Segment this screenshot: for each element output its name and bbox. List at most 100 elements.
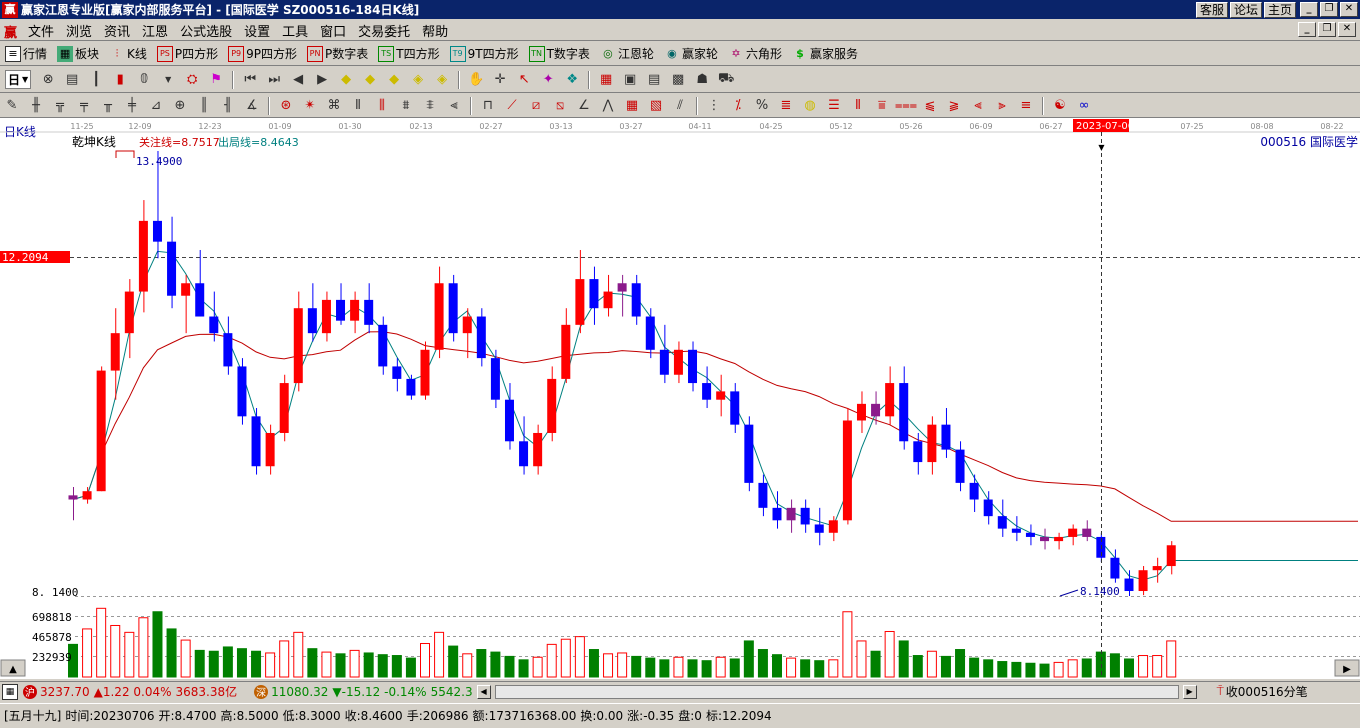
hand-icon[interactable]: ✋ <box>466 70 486 90</box>
yin-yang-icon[interactable]: ☯ <box>1050 96 1070 116</box>
line-3-icon[interactable]: ⧄ <box>526 96 546 116</box>
indicator-icon[interactable]: 𝟘 <box>134 70 154 90</box>
menu-browse[interactable]: 浏览 <box>60 21 98 40</box>
grid-lines-icon[interactable]: ╫ <box>26 96 46 116</box>
truck-icon[interactable]: ⛟ <box>716 70 736 90</box>
diamond-2-icon[interactable]: ◆ <box>360 70 380 90</box>
scroll-right-icon[interactable]: ▶ <box>1182 684 1197 699</box>
line-6-icon[interactable]: ⋀ <box>598 96 618 116</box>
kline-button[interactable]: ⫶ K线 <box>109 45 147 62</box>
grid-1-icon[interactable]: ▦ <box>622 96 642 116</box>
diamond-3-icon[interactable]: ◆ <box>384 70 404 90</box>
fork-4-icon[interactable]: ╪ <box>122 96 142 116</box>
scroll-left-icon[interactable]: ◀ <box>476 684 491 699</box>
fork-3-icon[interactable]: ╥ <box>98 96 118 116</box>
blocks-button[interactable]: ▦ 板块 <box>57 45 99 62</box>
magic-icon[interactable]: ✦ <box>538 70 558 90</box>
grid-2-icon[interactable]: ▧ <box>646 96 666 116</box>
restore-icon[interactable]: ❐ <box>1320 2 1338 17</box>
bars-3-icon[interactable]: ╢ <box>218 96 238 116</box>
line-4-icon[interactable]: ⧅ <box>550 96 570 116</box>
ruler-icon[interactable]: ⋮ <box>704 96 724 116</box>
9p-square-button[interactable]: P9 9P四方形 <box>228 45 297 62</box>
minimize-icon[interactable]: _ <box>1300 2 1318 17</box>
close-icon[interactable]: ✕ <box>1340 2 1358 17</box>
flag-icon[interactable]: ⚑ <box>206 70 226 90</box>
chevron-down-icon[interactable]: ▼ <box>158 70 178 90</box>
levels-9-icon[interactable]: ⫸ <box>992 96 1012 116</box>
people-icon[interactable]: ☗ <box>692 70 712 90</box>
coin-icon[interactable]: ◍ <box>800 96 820 116</box>
levels-4-icon[interactable]: ⩸ <box>872 96 892 116</box>
line-1-icon[interactable]: ⊓ <box>478 96 498 116</box>
menu-window[interactable]: 窗口 <box>314 21 352 40</box>
save-icon[interactable]: ▩ <box>668 70 688 90</box>
9t-square-button[interactable]: T9 9T四方形 <box>449 45 519 62</box>
tick-detail-label[interactable]: 收000516分笔 <box>1226 683 1308 700</box>
diamond-5-icon[interactable]: ◈ <box>432 70 452 90</box>
cycle-3-icon[interactable]: ⩩ <box>396 96 416 116</box>
candles-icon[interactable]: ▮ <box>110 70 130 90</box>
infinity-icon[interactable]: ∞ <box>1074 96 1094 116</box>
menu-help[interactable]: 帮助 <box>416 21 454 40</box>
calendar-icon[interactable]: ▦ <box>596 70 616 90</box>
kline-chart[interactable]: 11-25 12-09 12-23 01-09 01-30 02-13 02-27 03-13… <box>0 118 1360 679</box>
homepage-link[interactable]: 主页 <box>1263 1 1296 18</box>
menu-trade[interactable]: 交易委托 <box>352 21 416 40</box>
menu-file[interactable]: 文件 <box>22 21 60 40</box>
mdi-close-icon[interactable]: ✕ <box>1338 22 1356 37</box>
menu-gann[interactable]: 江恩 <box>136 21 174 40</box>
mdi-minimize-icon[interactable]: _ <box>1298 22 1316 37</box>
levels-5-icon[interactable]: ⩶ <box>895 96 917 116</box>
tools-icon[interactable]: ⛭ <box>182 70 202 90</box>
p-square-button[interactable]: PS P四方形 <box>156 45 218 62</box>
levels-1-icon[interactable]: ≣ <box>776 96 796 116</box>
next-icon[interactable]: ▶ <box>312 70 332 90</box>
winner-service-button[interactable]: $ 赢家服务 <box>792 45 858 62</box>
menu-news[interactable]: 资讯 <box>98 21 136 40</box>
fan-icon[interactable]: ⊿ <box>146 96 166 116</box>
bars-icon[interactable]: ┃ <box>86 70 106 90</box>
star-target-icon[interactable]: ✴ <box>300 96 320 116</box>
overlay-icon[interactable]: ⊗ <box>38 70 58 90</box>
levels-7-icon[interactable]: ⫺ <box>944 96 964 116</box>
hexagon-button[interactable]: ✡ 六角形 <box>728 45 782 62</box>
cycle-2-icon[interactable]: ⫼ <box>372 96 392 116</box>
percent-slash-icon[interactable]: ⁒ <box>728 96 748 116</box>
levels-8-icon[interactable]: ⫷ <box>968 96 988 116</box>
spiral-icon[interactable]: ⌘ <box>324 96 344 116</box>
grid-icon[interactable]: ▦ <box>2 683 18 700</box>
crosshair-icon[interactable]: ✛ <box>490 70 510 90</box>
cycle-4-icon[interactable]: ⩨ <box>420 96 440 116</box>
levels-6-icon[interactable]: ⫹ <box>920 96 940 116</box>
forum-link[interactable]: 论坛 <box>1229 1 1262 18</box>
grid-3-icon[interactable]: ⫽ <box>670 96 690 116</box>
levels-3-icon[interactable]: ⫴ <box>848 96 868 116</box>
cube-icon[interactable]: ❖ <box>562 70 582 90</box>
status-scrollbar[interactable]: ◀ ▶ <box>476 684 1197 699</box>
cycle-5-icon[interactable]: ⫷ <box>444 96 464 116</box>
last-icon[interactable]: ⏭ <box>264 70 284 90</box>
angle-icon[interactable]: ∡ <box>242 96 262 116</box>
percent-icon[interactable]: % <box>752 96 772 116</box>
line-5-icon[interactable]: ∠ <box>574 96 594 116</box>
winner-wheel-button[interactable]: ◉ 赢家轮 <box>664 45 718 62</box>
menu-formula-select[interactable]: 公式选股 <box>174 21 238 40</box>
fork-2-icon[interactable]: ╤ <box>74 96 94 116</box>
circle-target-icon[interactable]: ⊛ <box>276 96 296 116</box>
pencil-icon[interactable]: ✎ <box>2 96 22 116</box>
period-select[interactable]: 日 ▼ <box>5 70 32 89</box>
report-icon[interactable]: ▤ <box>644 70 664 90</box>
cycle-lines-icon[interactable]: ⦀ <box>348 96 368 116</box>
fork-1-icon[interactable]: ╦ <box>50 96 70 116</box>
calculator-icon[interactable]: ▣ <box>620 70 640 90</box>
levels-10-icon[interactable]: ≡ <box>1016 96 1036 116</box>
diamond-1-icon[interactable]: ◆ <box>336 70 356 90</box>
pointer-icon[interactable]: ↖ <box>514 70 534 90</box>
diamond-4-icon[interactable]: ◈ <box>408 70 428 90</box>
gann-wheel-button[interactable]: ◎ 江恩轮 <box>600 45 654 62</box>
bars-2-icon[interactable]: ║ <box>194 96 214 116</box>
menu-tools[interactable]: 工具 <box>276 21 314 40</box>
scroll-track[interactable] <box>494 684 1179 699</box>
menu-settings[interactable]: 设置 <box>238 21 276 40</box>
